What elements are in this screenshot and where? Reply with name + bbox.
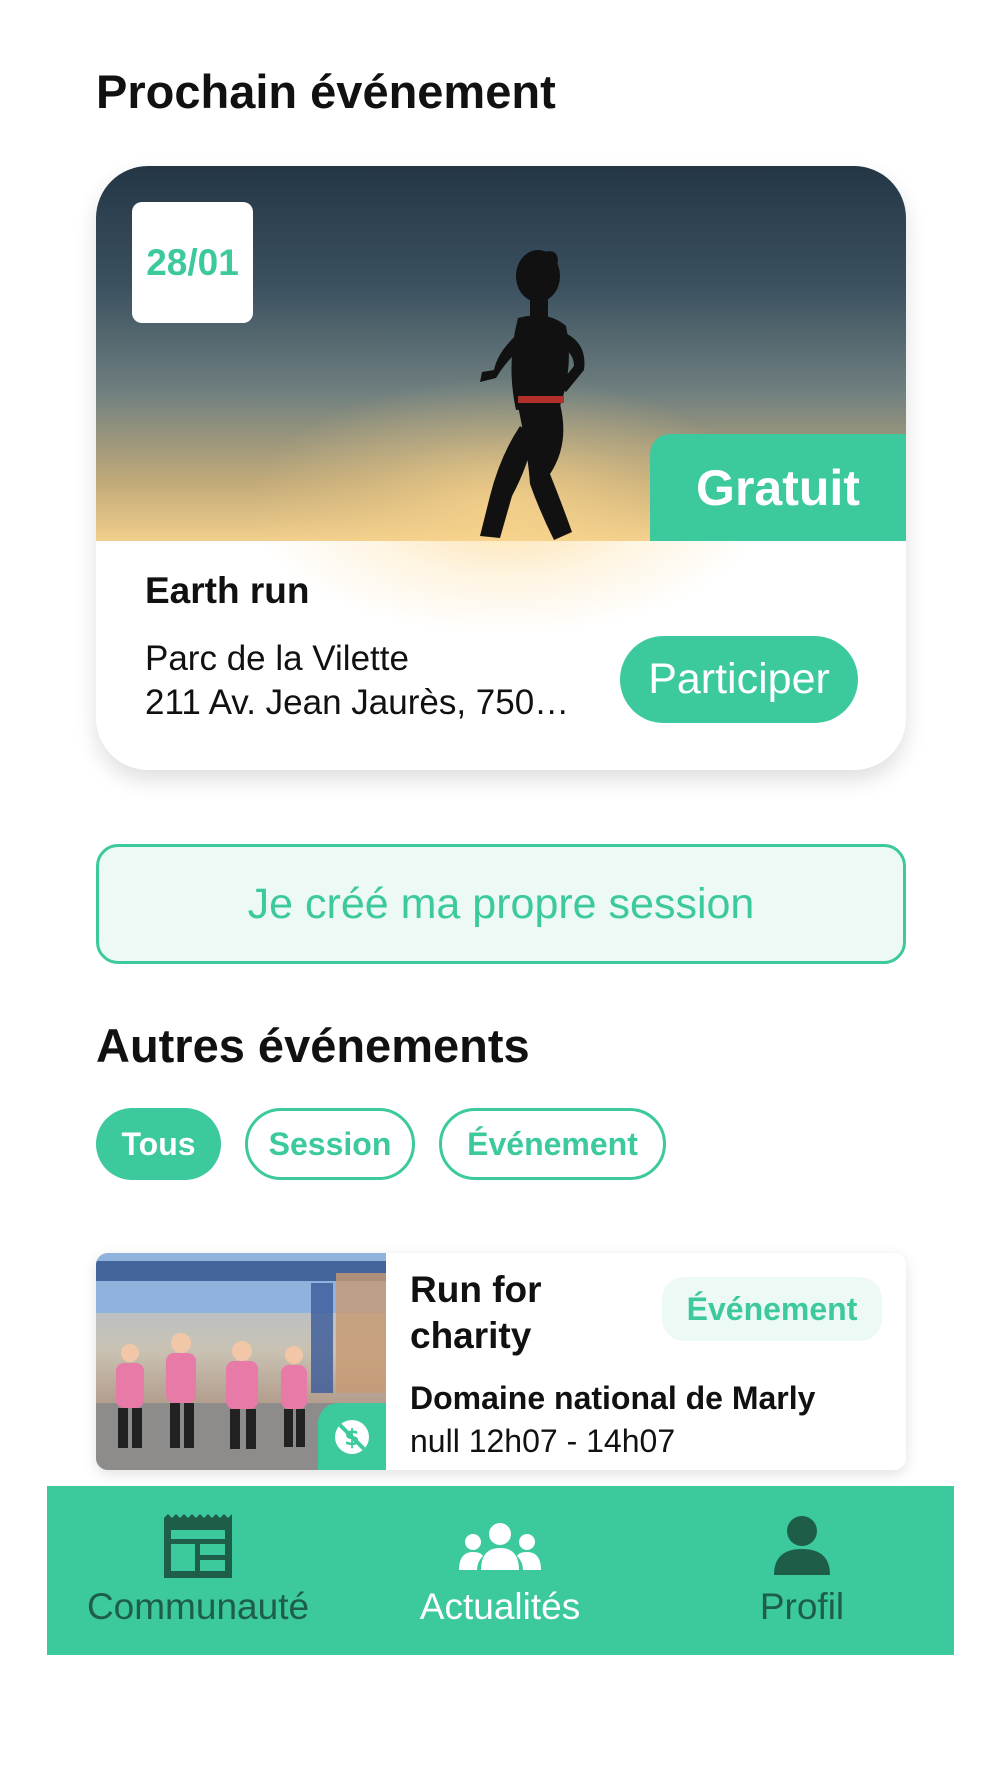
next-event-card[interactable]: 28/01 Gratuit Earth run Parc de la Vilet… [96,166,906,770]
runner-silhouette [480,250,585,540]
filter-chip-session[interactable]: Session [245,1108,415,1180]
calendar-icon [162,1512,234,1580]
group-icon [457,1512,543,1580]
nav-communaute[interactable]: Communauté [47,1486,349,1655]
nav-label-actualites: Actualités [419,1586,581,1627]
event-address: 211 Av. Jean Jaurès, 7501… [145,683,585,722]
event-item-time: null 12h07 - 14h07 [410,1423,676,1459]
no-paid-icon: $ [318,1403,386,1470]
event-item-title: Run for charity [410,1269,542,1356]
event-place: Parc de la Vilette [145,639,409,678]
event-date-badge: 28/01 [132,202,253,323]
participate-button[interactable]: Participer [620,636,858,723]
create-session-button[interactable]: Je créé ma propre session [96,844,906,964]
next-event-title: Prochain événement [96,65,556,118]
nav-label-profil: Profil [759,1586,845,1627]
filter-chip-event[interactable]: Événement [439,1108,666,1180]
filter-chip-all[interactable]: Tous [96,1108,221,1180]
nav-profil[interactable]: Profil [651,1486,953,1655]
person-icon [772,1512,832,1580]
event-hero-image: 28/01 Gratuit [96,166,906,636]
nav-actualites[interactable]: Actualités [349,1486,651,1655]
event-name: Earth run [145,570,310,611]
nav-label-communaute: Communauté [86,1586,310,1627]
event-price-badge: Gratuit [650,434,906,541]
event-list-item[interactable]: $ Run for charity Événement Domaine nati… [96,1253,906,1470]
event-type-badge: Événement [662,1277,882,1341]
bottom-navigation: Communauté Actualités Profil [47,1486,954,1655]
event-thumbnail: $ [96,1253,386,1470]
other-events-title: Autres événements [96,1019,530,1072]
event-item-place: Domaine national de Marly [410,1380,816,1416]
